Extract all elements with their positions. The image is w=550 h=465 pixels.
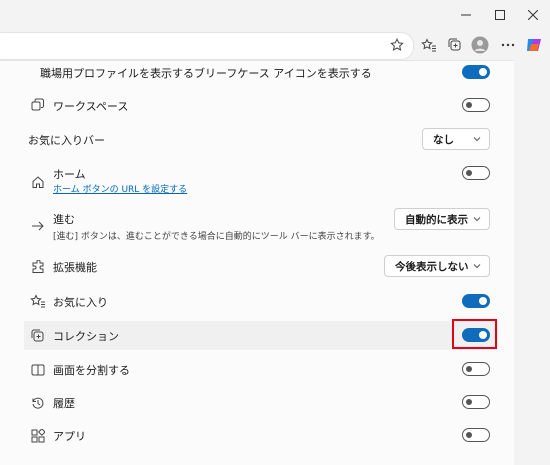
setting-label: 職場用プロファイルを表示するブリーフケース アイコンを表示する (40, 67, 372, 80)
setting-label: 進む (53, 213, 75, 226)
setting-row-favorites-bar: お気に入りバー なし (24, 123, 498, 155)
setting-row-home: ホーム ホーム ボタンの URL を設定する (24, 161, 498, 201)
title-bar (0, 0, 550, 30)
maximize-button[interactable] (483, 0, 517, 30)
setting-description: [進む] ボタンは、進むことができる場合に自動的にツール バーに表示されます。 (53, 232, 380, 242)
setting-label: お気に入りバー (28, 134, 105, 147)
highlight-box (452, 319, 497, 349)
more-icon[interactable] (498, 35, 518, 55)
setting-row-split-screen: 画面を分割する (24, 354, 498, 386)
chevron-down-icon (473, 137, 481, 142)
setting-row-workspaces: ワークスペース (24, 89, 498, 121)
setting-row-favorites: お気に入り (24, 285, 498, 317)
setting-row-forward: 進む [進む] ボタンは、進むことができる場合に自動的にツール バーに表示されま… (24, 204, 498, 244)
setting-label: 画面を分割する (53, 364, 130, 377)
setting-label: アプリ (53, 430, 86, 443)
setting-row-apps: アプリ (24, 420, 498, 452)
setting-label: ホーム (53, 168, 86, 181)
address-bar[interactable] (0, 32, 414, 60)
star-icon[interactable] (387, 35, 407, 55)
setting-label: お気に入り (53, 296, 108, 309)
chevron-down-icon (473, 217, 481, 222)
setting-label: 拡張機能 (53, 261, 97, 274)
collections-icon (29, 327, 47, 345)
scrollbar-track[interactable] (514, 60, 550, 464)
apps-icon (29, 427, 47, 445)
favorites-icon[interactable] (419, 35, 439, 55)
workspaces-icon (29, 96, 47, 114)
favorites-toggle[interactable] (462, 294, 490, 308)
split-screen-icon (29, 361, 47, 379)
close-button[interactable] (516, 0, 550, 30)
history-icon (29, 394, 47, 412)
history-toggle[interactable] (462, 395, 490, 409)
select-value: なし (433, 133, 454, 146)
setting-label: 履歴 (53, 397, 75, 410)
setting-row-extensions: 拡張機能 今後表示しない (24, 250, 498, 282)
work-profile-toggle[interactable] (462, 65, 490, 79)
favorites-icon (29, 292, 47, 310)
select-value: 今後表示しない (395, 260, 469, 273)
select-value: 自動的に表示 (405, 213, 468, 226)
setting-row-history: 履歴 (24, 387, 498, 419)
browser-toolbar (0, 30, 550, 60)
home-icon (29, 173, 47, 191)
chevron-down-icon (473, 264, 481, 269)
minimize-icon (461, 14, 471, 16)
workspaces-toggle[interactable] (462, 98, 490, 112)
settings-panel: 職場用プロファイルを表示するブリーフケース アイコンを表示する ワークスペース … (0, 60, 514, 465)
setting-label: ワークスペース (53, 100, 129, 113)
collections-icon[interactable] (445, 35, 465, 55)
forward-button-select[interactable]: 自動的に表示 (394, 208, 490, 230)
setting-row-collections: コレクション (24, 321, 498, 350)
extensions-icon (29, 258, 47, 276)
close-icon (528, 10, 538, 20)
copilot-icon[interactable] (524, 35, 544, 55)
setting-label: コレクション (53, 330, 119, 343)
home-toggle[interactable] (462, 166, 490, 180)
setting-row-work-profile: 職場用プロファイルを表示するブリーフケース アイコンを表示する (24, 61, 498, 83)
minimize-button[interactable] (449, 0, 483, 30)
favorites-bar-select[interactable]: なし (422, 128, 490, 150)
extensions-button-select[interactable]: 今後表示しない (384, 255, 490, 277)
maximize-icon (495, 10, 505, 20)
profile-avatar[interactable] (470, 35, 490, 55)
forward-arrow-icon (29, 217, 47, 235)
split-screen-toggle[interactable] (462, 362, 490, 376)
apps-toggle[interactable] (462, 428, 490, 442)
home-url-link[interactable]: ホーム ボタンの URL を設定する (53, 182, 187, 195)
